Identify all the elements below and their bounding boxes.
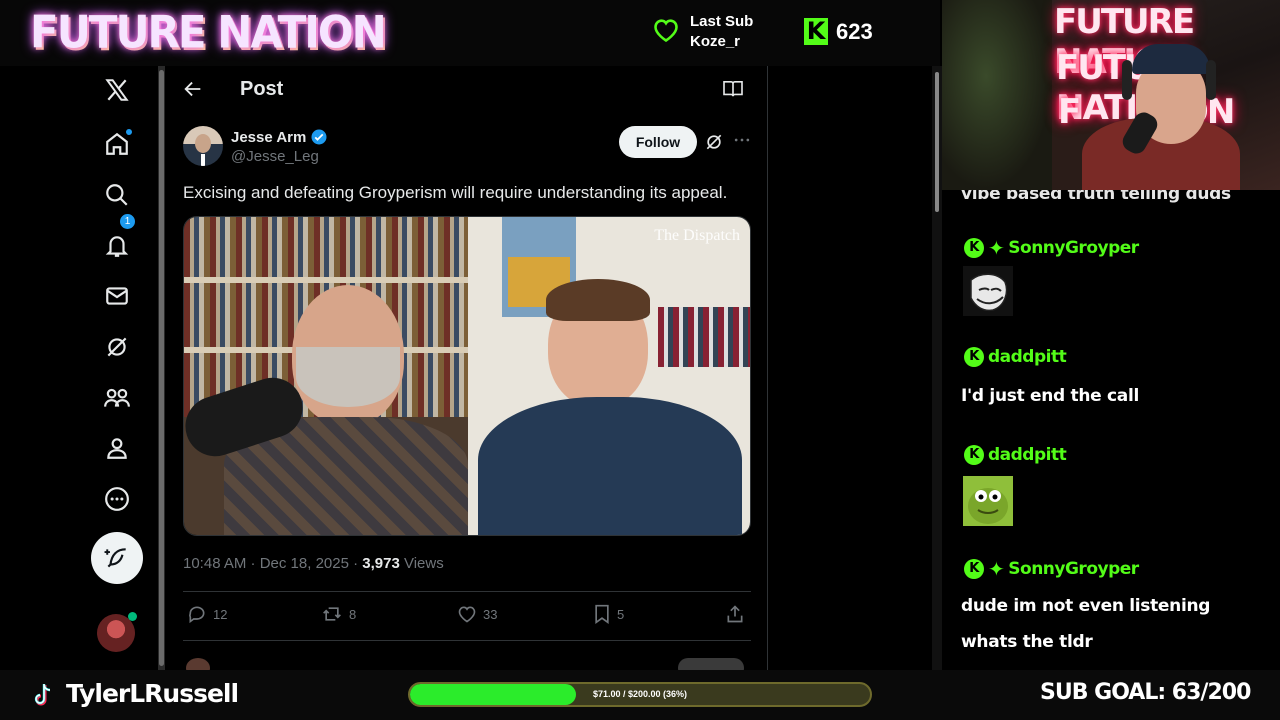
post-video[interactable]: The Dispatch: [183, 216, 751, 536]
kick-logo-icon: K: [804, 18, 828, 45]
kick-badge-icon: K: [964, 559, 984, 579]
page-title: Post: [240, 78, 284, 100]
author-avatar[interactable]: [183, 126, 223, 166]
like-button[interactable]: 33: [457, 604, 497, 624]
left-scrollbar[interactable]: [158, 66, 165, 670]
tiktok-icon: [30, 682, 54, 713]
stream-bottom-bar: TylerLRussell $71.00 / $200.00 (36%) SUB…: [0, 670, 1280, 720]
x-sidebar: 1: [86, 66, 148, 670]
author-name-text: Jesse Arm: [231, 128, 307, 146]
chat-username: K ✦ SonnyGroyper: [964, 236, 1139, 260]
streamer-name: TylerLRussell: [66, 679, 239, 708]
last-sub-label: Last Sub: [690, 13, 754, 30]
heart-icon: [652, 17, 680, 48]
post-header: Post: [166, 66, 766, 112]
chat-username: K ✦ SonnyGroyper: [964, 557, 1139, 581]
views-count: 3,973: [362, 555, 400, 572]
bookmark-count: 5: [617, 606, 625, 622]
repost-icon: [323, 607, 341, 621]
compose-post-button[interactable]: [91, 532, 143, 584]
home-icon[interactable]: [86, 124, 148, 164]
share-button[interactable]: [725, 604, 745, 624]
divider: [183, 591, 751, 592]
chat-username-text: SonnyGroyper: [1008, 238, 1139, 258]
trollface-emote: [963, 266, 1013, 316]
x-logo-icon[interactable]: [86, 70, 148, 110]
last-sub-widget: Last Sub Koze_r: [652, 12, 753, 52]
chat-partial-message: vibe based truth telling duds: [961, 190, 1231, 204]
last-sub-user: Koze_r: [690, 33, 741, 50]
author-handle[interactable]: @Jesse_Leg: [231, 148, 319, 165]
kick-badge-icon: K: [964, 347, 984, 367]
sparkle-badge-icon: ✦: [988, 557, 1005, 581]
kick-counter: K 623: [804, 18, 873, 45]
bookmark-icon: [595, 604, 609, 624]
messages-icon[interactable]: [86, 276, 148, 316]
chat-username: K daddpitt: [964, 347, 1067, 367]
chat-message: I'd just end the call: [961, 386, 1140, 406]
author-name[interactable]: Jesse Arm: [231, 128, 328, 146]
donation-goal-text: $71.00 / $200.00 (36%): [592, 689, 688, 699]
notifications-icon[interactable]: [86, 226, 148, 266]
chat-username-text: daddpitt: [988, 445, 1067, 465]
post-timestamp[interactable]: 10:48 AM · Dec 18, 2025 · 3,973 Views: [183, 555, 444, 572]
reply-avatar-partial: [186, 658, 210, 670]
donation-goal-bar: $71.00 / $200.00 (36%): [408, 682, 872, 707]
cap: [1132, 44, 1210, 74]
page-scrollbar[interactable]: [932, 66, 942, 670]
headphones: [1122, 60, 1132, 100]
share-icon: [727, 605, 743, 623]
communities-icon[interactable]: [86, 378, 148, 418]
post-detail: Post Jesse Arm @Jesse_Leg Follow Excisin…: [166, 66, 768, 670]
post-text: Excising and defeating Groyperism will r…: [183, 183, 728, 202]
repost-count: 8: [349, 606, 357, 622]
video-left-panel: [184, 217, 468, 535]
messages-badge: 1: [120, 214, 135, 229]
kick-count: 623: [836, 18, 873, 44]
bookmark-button[interactable]: 5: [593, 604, 624, 624]
chat-message: dude im not even listening whats the tld…: [961, 596, 1211, 652]
green-cartoon-emote: [963, 476, 1013, 526]
like-count: 33: [483, 606, 498, 622]
live-chat: vibe based truth telling duds K ✦ SonnyG…: [942, 190, 1280, 670]
home-dot: [126, 129, 132, 135]
grok-icon[interactable]: [86, 327, 148, 367]
kick-badge-icon: K: [964, 445, 984, 465]
kick-badge-icon: K: [964, 238, 984, 258]
feather-icon: [104, 548, 126, 568]
reader-mode-icon[interactable]: [722, 80, 744, 103]
brand-logo: FUTURE NATION: [30, 6, 387, 59]
x-browser-view: 1 Post Jesse Arm @Jesse_Leg Follow Excis…: [0, 66, 942, 670]
follow-button[interactable]: Follow: [619, 126, 697, 158]
stream-top-bar: FUTURE NATION Last Sub Koze_r K 623: [0, 0, 940, 66]
views-label: Views: [399, 555, 444, 572]
sub-goal: SUB GOAL: 63/200: [1040, 680, 1251, 705]
reply-count: 12: [213, 606, 228, 622]
verified-badge-icon: [311, 129, 327, 145]
repost-button[interactable]: 8: [321, 604, 356, 624]
profile-icon[interactable]: [86, 428, 148, 468]
video-watermark: The Dispatch: [654, 227, 740, 244]
like-icon: [458, 606, 476, 623]
reply-button[interactable]: 12: [187, 604, 227, 624]
reply-icon: [189, 606, 205, 624]
webcam-feed: FUTURE NATION FUTURE NATION F TION: [942, 0, 1280, 190]
search-icon[interactable]: [86, 175, 148, 215]
chat-username: K daddpitt: [964, 445, 1067, 465]
divider: [183, 640, 751, 641]
back-arrow-icon[interactable]: [182, 78, 204, 105]
online-dot: [128, 612, 137, 621]
reply-button-partial[interactable]: [678, 658, 744, 670]
post-more-icon[interactable]: [732, 130, 752, 155]
headphones: [1206, 60, 1216, 100]
video-right-panel: [468, 217, 750, 535]
sparkle-badge-icon: ✦: [988, 236, 1005, 260]
post-actions: 12 8 33 5: [183, 604, 751, 628]
chat-username-text: daddpitt: [988, 347, 1067, 367]
more-icon[interactable]: [86, 479, 148, 519]
timestamp-text: 10:48 AM · Dec 18, 2025 ·: [183, 555, 363, 572]
grok-explain-icon[interactable]: [704, 132, 724, 157]
stream-layout: FUTURE NATION Last Sub Koze_r K 623 1 Po…: [0, 0, 1280, 720]
chat-username-text: SonnyGroyper: [1008, 559, 1139, 579]
